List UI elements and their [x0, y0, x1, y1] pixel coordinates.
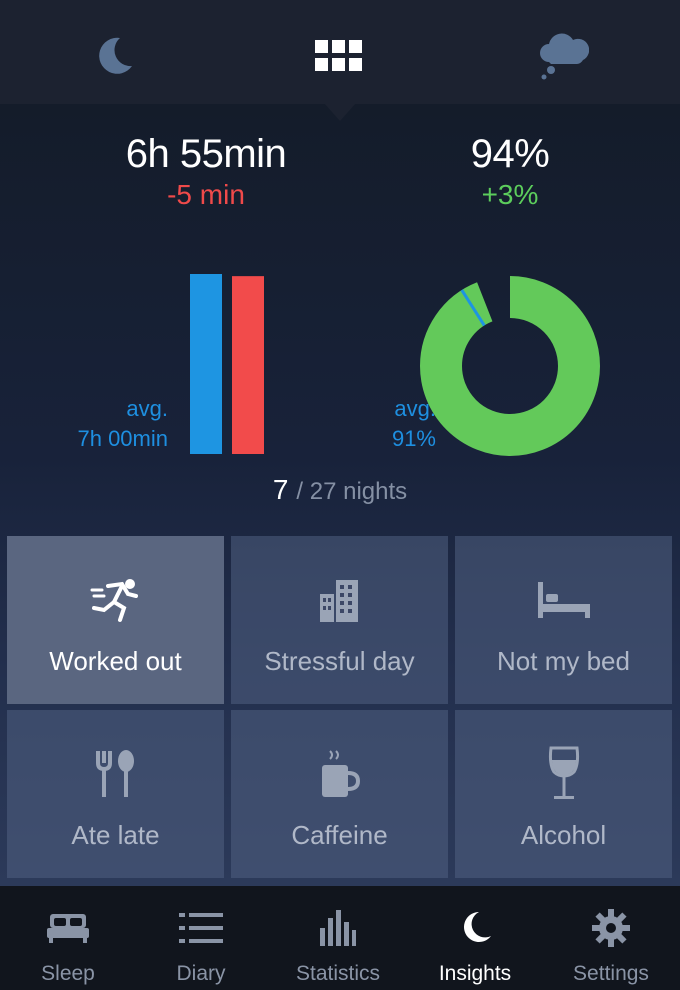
- bed-icon: [47, 914, 89, 943]
- grid-icon: [315, 40, 362, 71]
- active-tab-indicator: [324, 103, 356, 121]
- selected-nights: 7: [272, 474, 289, 505]
- tag-ate-late[interactable]: Ate late: [7, 710, 224, 878]
- insights-panel: 6h 55min -5 min 94% +3% avg. 7h 00min av…: [0, 104, 680, 886]
- dream-cloud-icon: [540, 33, 589, 80]
- nav-label: Diary: [176, 962, 226, 985]
- coffee-mug-icon: [321, 750, 360, 797]
- total-nights: / 27 nights: [296, 478, 408, 505]
- list-icon: [179, 913, 223, 943]
- top-tab-dream[interactable]: [528, 24, 598, 88]
- tag-label: Not my bed: [497, 646, 630, 676]
- quality-avg-label: avg.: [394, 396, 436, 421]
- tag-label: Caffeine: [291, 820, 388, 850]
- quality-ring-chart: [420, 276, 600, 456]
- top-tab-moon[interactable]: [79, 24, 149, 88]
- duration-average: avg. 7h 00min: [20, 394, 168, 454]
- nav-label: Settings: [573, 962, 649, 985]
- tag-stressful-day[interactable]: Stressful day: [231, 536, 448, 704]
- bottom-nav-bar: Sleep Diary Statistics Insights Settings: [0, 886, 680, 990]
- gear-icon: [592, 909, 630, 947]
- nav-label: Sleep: [41, 962, 95, 985]
- nav-settings[interactable]: Settings: [543, 886, 679, 990]
- duration-delta: -5 min: [167, 179, 245, 210]
- top-tab-grid[interactable]: [304, 24, 374, 88]
- quality-average: avg. 91%: [330, 394, 436, 454]
- duration-stat: 6h 55min -5 min: [56, 132, 356, 211]
- bed-icon: [537, 582, 590, 618]
- duration-bar-average: [190, 274, 222, 454]
- runner-icon: [90, 579, 138, 622]
- nav-diary[interactable]: Diary: [133, 886, 269, 990]
- duration-avg-label: avg.: [126, 396, 168, 421]
- fork-spoon-icon: [95, 750, 134, 797]
- nav-insights[interactable]: Insights: [407, 886, 543, 990]
- nav-label: Statistics: [295, 962, 381, 985]
- nights-counter: 7 / 27 nights: [0, 474, 680, 506]
- quality-delta: +3%: [481, 179, 539, 210]
- tag-alcohol[interactable]: Alcohol: [455, 710, 672, 878]
- tag-label: Stressful day: [264, 646, 415, 676]
- nav-sleep[interactable]: Sleep: [0, 886, 136, 990]
- buildings-icon: [319, 580, 358, 622]
- quality-avg-value: 91%: [391, 426, 436, 451]
- tag-not-my-bed[interactable]: Not my bed: [455, 536, 672, 704]
- tag-caffeine[interactable]: Caffeine: [231, 710, 448, 878]
- moon-icon: [99, 37, 132, 74]
- top-tab-bar: [0, 0, 680, 121]
- nav-label: Insights: [438, 962, 512, 985]
- duration-bar-chart: [190, 274, 264, 454]
- tag-label: Alcohol: [520, 820, 607, 850]
- nav-statistics[interactable]: Statistics: [270, 886, 406, 990]
- wine-glass-icon: [548, 746, 579, 799]
- tag-label: Ate late: [71, 820, 160, 850]
- tag-worked-out[interactable]: Worked out: [7, 536, 224, 704]
- quality-value: 94%: [470, 132, 550, 176]
- quality-ring-arc: [420, 276, 600, 456]
- bar-chart-icon: [320, 910, 356, 946]
- tag-label: Worked out: [49, 646, 182, 676]
- duration-bar-selected: [232, 276, 264, 454]
- moon-icon: [464, 912, 491, 942]
- duration-avg-value: 7h 00min: [77, 426, 168, 451]
- quality-stat: 94% +3%: [360, 132, 660, 211]
- duration-value: 6h 55min: [125, 132, 287, 176]
